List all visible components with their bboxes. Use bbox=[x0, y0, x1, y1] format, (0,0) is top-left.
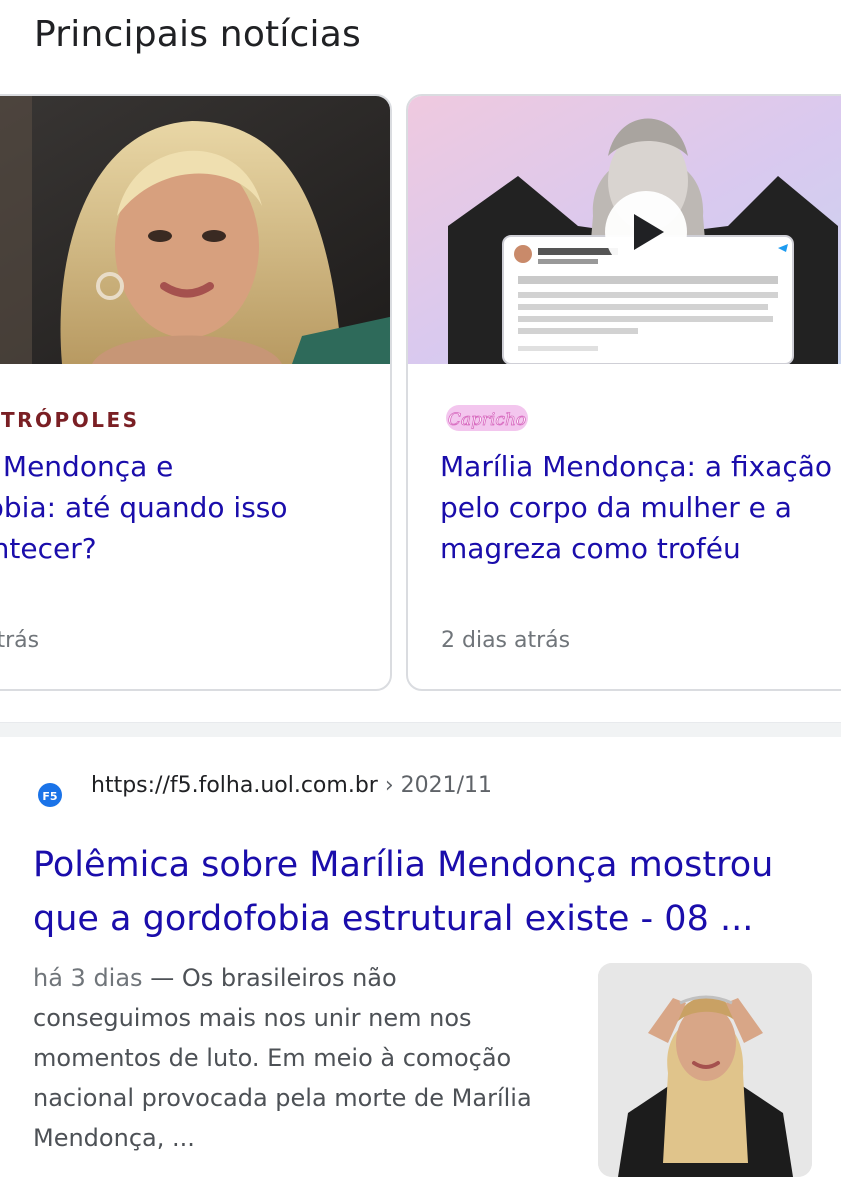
result-title-link[interactable]: Polêmica sobre Marília Mendonça mostrou … bbox=[33, 838, 823, 946]
source-label: TRÓPOLES bbox=[1, 408, 140, 432]
snippet-text: — Os brasileiros não bbox=[142, 964, 397, 992]
headline-line: magreza como troféu bbox=[440, 532, 741, 565]
result-title-line: Polêmica sobre Marília Mendonça mostrou bbox=[33, 845, 774, 885]
news-card-metropoles[interactable]: TRÓPOLES rília Mendonça e dofobia: até q… bbox=[0, 94, 392, 691]
published-time: ras atrás bbox=[0, 628, 40, 653]
headline-line: dofobia: até quando isso bbox=[0, 491, 288, 524]
snippet-date: há 3 dias bbox=[33, 964, 143, 992]
f5-favicon-icon: F5 bbox=[36, 781, 64, 809]
headline-line: Marília Mendonça: a fixação bbox=[440, 450, 832, 483]
result-domain: https://f5.folha.uol.com.br bbox=[91, 773, 378, 798]
news-headline[interactable]: Marília Mendonça: a fixação pelo corpo d… bbox=[440, 446, 841, 569]
section-title: Principais notícias bbox=[34, 14, 361, 55]
snippet-line: nacional provocada pela morte de Marília bbox=[33, 1084, 532, 1112]
snippet-line: há 3 dias — Os brasileiros não bbox=[33, 958, 573, 998]
snippet-line: Mendonça, ... bbox=[33, 1124, 195, 1152]
result-title-line: que a gordofobia estrutural existe - 08 … bbox=[33, 899, 754, 939]
svg-text:F5: F5 bbox=[42, 790, 57, 803]
top-stories-carousel[interactable]: TRÓPOLES rília Mendonça e dofobia: até q… bbox=[0, 94, 841, 694]
snippet-line: momentos de luto. Em meio à comoção bbox=[33, 1044, 512, 1072]
result-url[interactable]: https://f5.folha.uol.com.br › 2021/11 bbox=[91, 773, 492, 798]
svg-text:Capricho: Capricho bbox=[448, 410, 526, 430]
result-breadcrumb: › 2021/11 bbox=[377, 773, 493, 798]
headline-line: rília Mendonça e bbox=[0, 450, 174, 483]
headline-line: pelo corpo da mulher e a bbox=[440, 491, 792, 524]
result-snippet: há 3 dias — Os brasileiros não conseguim… bbox=[33, 958, 573, 1158]
headline-line: acontecer? bbox=[0, 532, 97, 565]
result-thumbnail[interactable] bbox=[598, 963, 812, 1177]
section-divider bbox=[0, 722, 841, 737]
news-thumbnail-video[interactable] bbox=[408, 96, 841, 364]
published-time: 2 dias atrás bbox=[441, 628, 571, 653]
snippet-line: conseguimos mais nos unir nem nos bbox=[33, 1004, 472, 1032]
play-icon[interactable] bbox=[605, 191, 687, 273]
news-thumbnail-woman-portrait[interactable] bbox=[0, 96, 390, 364]
news-headline[interactable]: rília Mendonça e dofobia: até quando iss… bbox=[0, 446, 342, 569]
news-card-capricho[interactable]: Capricho Marília Mendonça: a fixação pel… bbox=[406, 94, 841, 691]
capricho-logo-icon: Capricho bbox=[444, 401, 530, 439]
